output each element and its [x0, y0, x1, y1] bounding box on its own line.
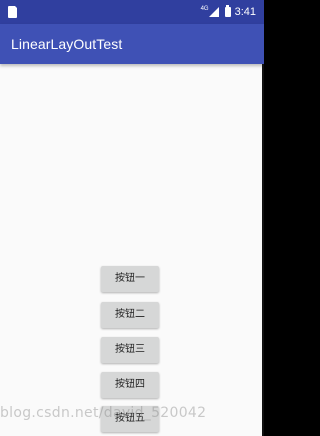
battery-icon	[224, 5, 231, 17]
app-title: LinearLayOutTest	[11, 36, 123, 52]
button-five[interactable]: 按钮五	[101, 406, 159, 432]
phone-screen: 4G 3:41 LinearLayOutTest 按钮一 按钮二 按钮三 按钮四…	[0, 0, 264, 436]
linear-layout-content: 按钮一 按钮二 按钮三 按钮四 按钮五	[0, 64, 264, 436]
app-bar: LinearLayOutTest	[0, 24, 264, 64]
button-four[interactable]: 按钮四	[101, 372, 159, 398]
status-bar: 4G 3:41	[0, 0, 264, 24]
network-type-label: 4G	[200, 6, 209, 12]
cell-signal-icon	[208, 7, 219, 17]
status-time: 3:41	[234, 6, 256, 18]
button-two[interactable]: 按钮二	[101, 302, 159, 328]
screen-edge	[262, 64, 264, 436]
status-indicators: 4G 3:41	[201, 0, 256, 24]
sim-card-icon	[8, 5, 18, 18]
button-three[interactable]: 按钮三	[101, 337, 159, 363]
button-one[interactable]: 按钮一	[101, 266, 159, 292]
